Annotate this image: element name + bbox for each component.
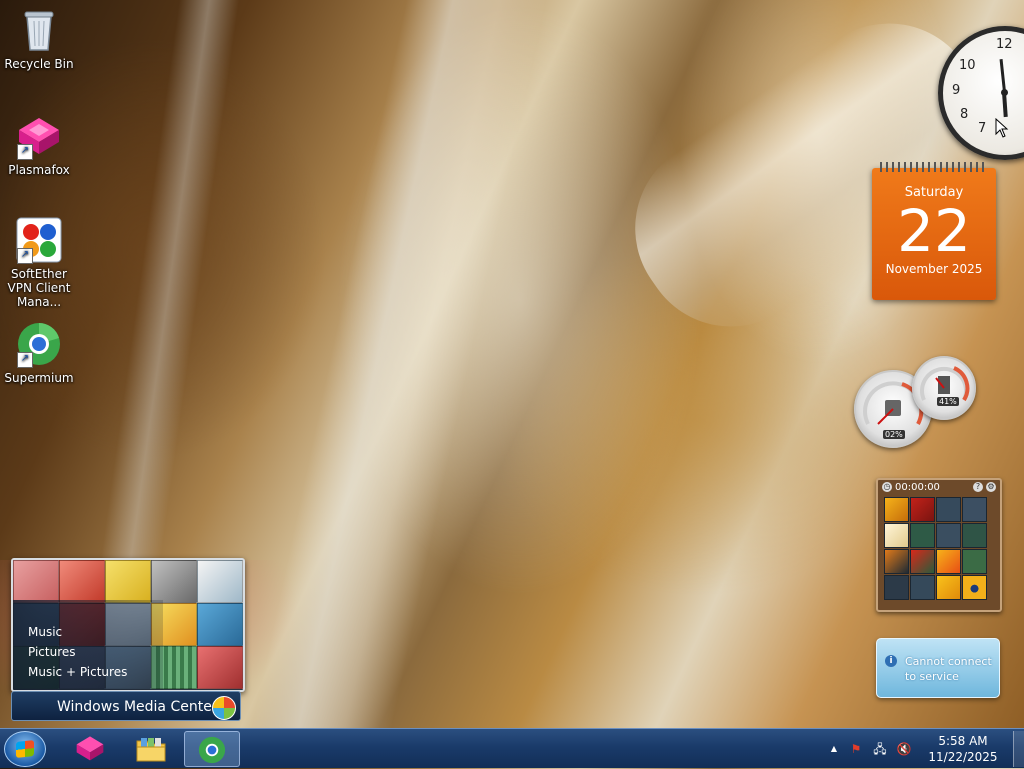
media-center-launch-bar[interactable]: Windows Media Center: [11, 691, 241, 721]
desktop-icon-recycle-bin[interactable]: Recycle Bin: [0, 6, 78, 71]
tray-time: 5:58 AM: [938, 734, 988, 748]
puzzle-tile[interactable]: [910, 523, 935, 548]
puzzle-tile[interactable]: [884, 497, 909, 522]
puzzle-timer: 00:00:00: [895, 481, 940, 493]
media-link-music[interactable]: Music: [28, 622, 127, 642]
shortcut-arrow-icon: ↗: [17, 352, 33, 368]
desktop-icon-label: Supermium: [4, 371, 74, 385]
wallpaper-highlight: [249, 0, 551, 740]
windows-logo-icon: [16, 740, 34, 758]
wallpaper-highlight: [100, 0, 240, 560]
memory-percent: 41%: [937, 397, 959, 406]
media-thumbnail: [105, 560, 151, 603]
puzzle-timer-icon: ◷: [882, 482, 892, 492]
taskbar-pinned-plasmafox[interactable]: [62, 731, 118, 767]
tray-clock[interactable]: 5:58 AM 11/22/2025: [928, 733, 998, 765]
show-desktop-button[interactable]: [1013, 731, 1024, 767]
puzzle-tile[interactable]: [910, 575, 935, 600]
puzzle-tile[interactable]: [910, 497, 935, 522]
media-center-gadget[interactable]: Music Pictures Music + Pictures: [11, 558, 245, 692]
puzzle-tile[interactable]: [936, 497, 961, 522]
softether-vpn-icon: ↗: [15, 216, 63, 264]
puzzle-tile[interactable]: [936, 523, 961, 548]
media-thumbnail: [151, 560, 197, 603]
clock-gadget[interactable]: 12 10 9 8 7 5: [938, 26, 1024, 160]
shortcut-arrow-icon: ↗: [17, 144, 33, 160]
plasmafox-taskbar-icon: [76, 736, 104, 761]
media-thumbnail: [197, 560, 243, 603]
supermium-icon: ↗: [15, 320, 63, 368]
calendar-gadget[interactable]: Saturday 22 November 2025: [872, 162, 996, 300]
taskbar: ▲ ⚑ 🖧 🔇 5:58 AM 11/22/2025: [0, 728, 1024, 768]
puzzle-grid: [884, 497, 994, 600]
desktop-icon-supermium[interactable]: ↗ Supermium: [0, 320, 78, 385]
memory-meter-dial: 41%: [912, 356, 976, 420]
clock-center-pin: [1001, 89, 1008, 96]
volume-muted-icon[interactable]: 🔇: [896, 741, 912, 757]
puzzle-tile[interactable]: [962, 523, 987, 548]
memory-gauge-icon: [920, 366, 970, 402]
media-center-links: Music Pictures Music + Pictures: [28, 622, 127, 682]
puzzle-tile[interactable]: [936, 549, 961, 574]
shortcut-arrow-icon: ↗: [17, 248, 33, 264]
desktop-icon-plasmafox[interactable]: ↗ Plasmafox: [0, 112, 78, 177]
puzzle-tile[interactable]: [884, 575, 909, 600]
puzzle-tile[interactable]: [884, 549, 909, 574]
media-thumbnail: [13, 560, 59, 603]
puzzle-tile[interactable]: [936, 575, 961, 600]
clock-numeral: 7: [978, 121, 987, 136]
puzzle-tile[interactable]: [962, 575, 987, 600]
puzzle-tile[interactable]: [962, 497, 987, 522]
taskbar-pinned-file-explorer[interactable]: [123, 731, 179, 767]
show-hidden-icons-button[interactable]: ▲: [826, 741, 842, 757]
media-center-brand-rest: Media Center: [119, 699, 218, 715]
info-icon: i: [885, 655, 897, 667]
start-button[interactable]: [4, 731, 46, 767]
desktop-icon-label: SoftEther VPN Client Mana...: [7, 267, 71, 309]
calendar-date: 22: [897, 197, 971, 265]
media-thumbnail: [197, 646, 243, 689]
desktop-icon-label: Recycle Bin: [4, 57, 74, 71]
weather-gadget[interactable]: i Cannot connect to service: [876, 638, 1000, 698]
recycle-bin-icon: [15, 6, 63, 54]
media-link-music-pictures[interactable]: Music + Pictures: [28, 662, 127, 682]
action-center-flag-icon[interactable]: ⚑: [848, 741, 864, 757]
network-icon[interactable]: 🖧: [872, 741, 888, 757]
cpu-percent: 02%: [883, 430, 905, 439]
puzzle-tile[interactable]: [884, 523, 909, 548]
supermium-taskbar-icon: [198, 736, 226, 764]
plasmafox-icon: ↗: [15, 112, 63, 160]
puzzle-toolbar: ◷ 00:00:00 ? ⚙: [878, 480, 1000, 494]
tray-date: 11/22/2025: [928, 750, 998, 764]
media-center-brand-bold: Windows: [57, 699, 120, 715]
desktop-icon-label: Plasmafox: [8, 163, 70, 177]
file-explorer-icon: [136, 738, 166, 762]
clock-numeral: 12: [996, 37, 1013, 52]
system-tray: ▲ ⚑ 🖧 🔇 5:58 AM 11/22/2025: [822, 729, 1012, 769]
calendar-month-year: November 2025: [885, 262, 983, 276]
clock-minute-hand: [999, 59, 1006, 93]
puzzle-tile[interactable]: [910, 549, 935, 574]
desktop-icon-softether-vpn[interactable]: ↗ SoftEther VPN Client Mana...: [0, 216, 78, 309]
clock-numeral: 10: [959, 58, 976, 73]
mouse-cursor-icon: [995, 118, 1009, 138]
puzzle-help-button[interactable]: ?: [973, 482, 983, 492]
windows-logo-icon: [212, 696, 236, 720]
clock-numeral: 9: [952, 83, 961, 98]
picture-puzzle-gadget[interactable]: ◷ 00:00:00 ? ⚙: [876, 478, 1002, 612]
media-thumbnail: [59, 560, 105, 603]
puzzle-tile[interactable]: [962, 549, 987, 574]
puzzle-solve-icon[interactable]: ⚙: [986, 482, 996, 492]
taskbar-app-supermium[interactable]: [184, 731, 240, 767]
media-thumbnail: [197, 603, 243, 646]
clock-numeral: 8: [960, 107, 969, 122]
gadget-error-message: Cannot connect to service: [905, 655, 992, 683]
media-link-pictures[interactable]: Pictures: [28, 642, 127, 662]
calendar-binding-rings: [880, 162, 988, 172]
